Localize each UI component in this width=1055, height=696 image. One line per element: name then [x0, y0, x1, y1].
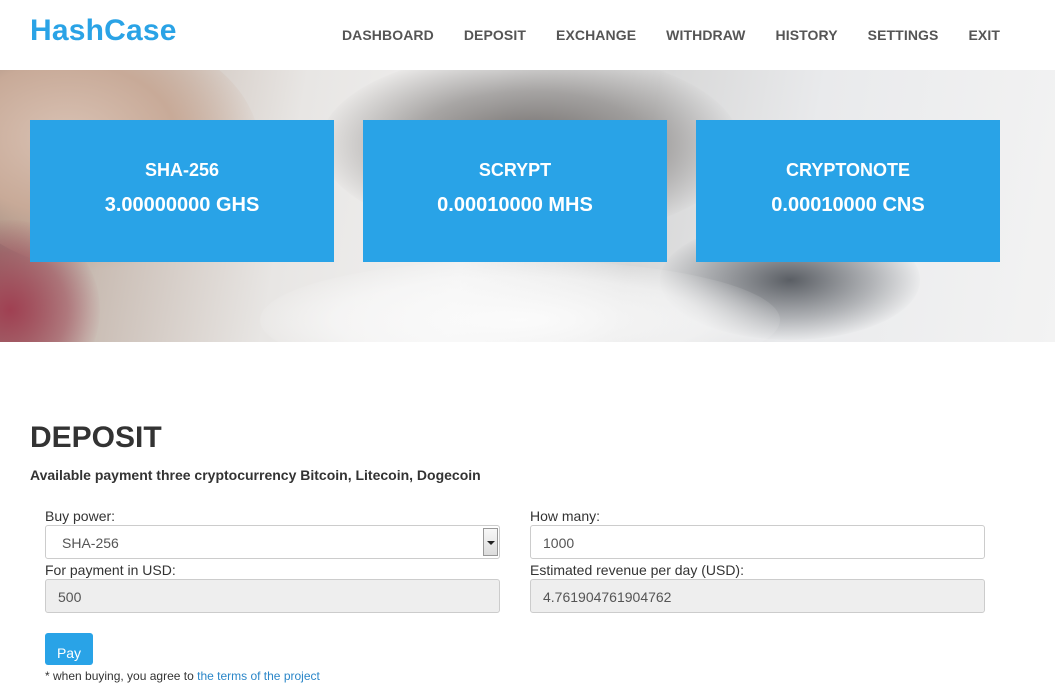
buy-power-label: Buy power:: [45, 508, 116, 524]
nav-settings[interactable]: SETTINGS: [868, 27, 939, 43]
main-nav: DASHBOARD DEPOSIT EXCHANGE WITHDRAW HIST…: [342, 27, 1000, 43]
card-hashrate: 0.00010000 CNS: [771, 194, 925, 216]
nav-exit[interactable]: EXIT: [968, 27, 1000, 43]
buy-power-select[interactable]: SHA-256: [45, 525, 500, 559]
card-algorithm: CRYPTONOTE: [785, 160, 910, 180]
hashrate-card-cryptonote: CRYPTONOTE 0.00010000 CNS: [696, 120, 1000, 262]
revenue-field: 4.761904761904762: [530, 579, 985, 613]
card-algorithm: SHA-256: [144, 160, 220, 180]
how-many-input[interactable]: 1000: [530, 525, 985, 559]
header: HashCase DASHBOARD DEPOSIT EXCHANGE WITH…: [0, 0, 1055, 70]
revenue-label: Estimated revenue per day (USD):: [530, 562, 744, 578]
card-algorithm: SCRYPT: [478, 160, 552, 180]
card-hashrate: 0.00010000 MHS: [437, 194, 593, 216]
nav-exchange[interactable]: EXCHANGE: [556, 27, 636, 43]
card-hashrate: 3.00000000 GHS: [104, 194, 260, 216]
nav-withdraw[interactable]: WITHDRAW: [666, 27, 745, 43]
nav-deposit[interactable]: DEPOSIT: [464, 27, 526, 43]
hero-banner: SHA-256 3.00000000 GHS SCRYPT 0.00010000…: [0, 70, 1055, 342]
pay-button[interactable]: Pay: [45, 633, 93, 665]
chevron-down-icon[interactable]: [483, 528, 498, 556]
payment-usd-field: 500: [45, 579, 500, 613]
how-many-value: 1000: [543, 535, 575, 551]
hashrate-card-sha256: SHA-256 3.00000000 GHS: [30, 120, 334, 262]
logo[interactable]: HashCase: [30, 14, 177, 48]
how-many-label: How many:: [530, 508, 601, 524]
nav-history[interactable]: HISTORY: [776, 27, 838, 43]
page-title: DEPOSIT: [30, 421, 162, 454]
hashrate-card-scrypt: SCRYPT 0.00010000 MHS: [363, 120, 667, 262]
terms-link[interactable]: the terms of the project: [197, 669, 320, 683]
nav-dashboard[interactable]: DASHBOARD: [342, 27, 434, 43]
terms-note-text: * when buying, you agree to: [45, 669, 198, 683]
terms-note: * when buying, you agree to the terms of…: [45, 669, 320, 683]
deposit-subtitle: Available payment three cryptocurrency B…: [30, 467, 481, 483]
payment-usd-value: 500: [58, 589, 82, 605]
revenue-value: 4.761904761904762: [543, 589, 672, 605]
payment-usd-label: For payment in USD:: [45, 562, 176, 578]
buy-power-value: SHA-256: [62, 535, 119, 551]
